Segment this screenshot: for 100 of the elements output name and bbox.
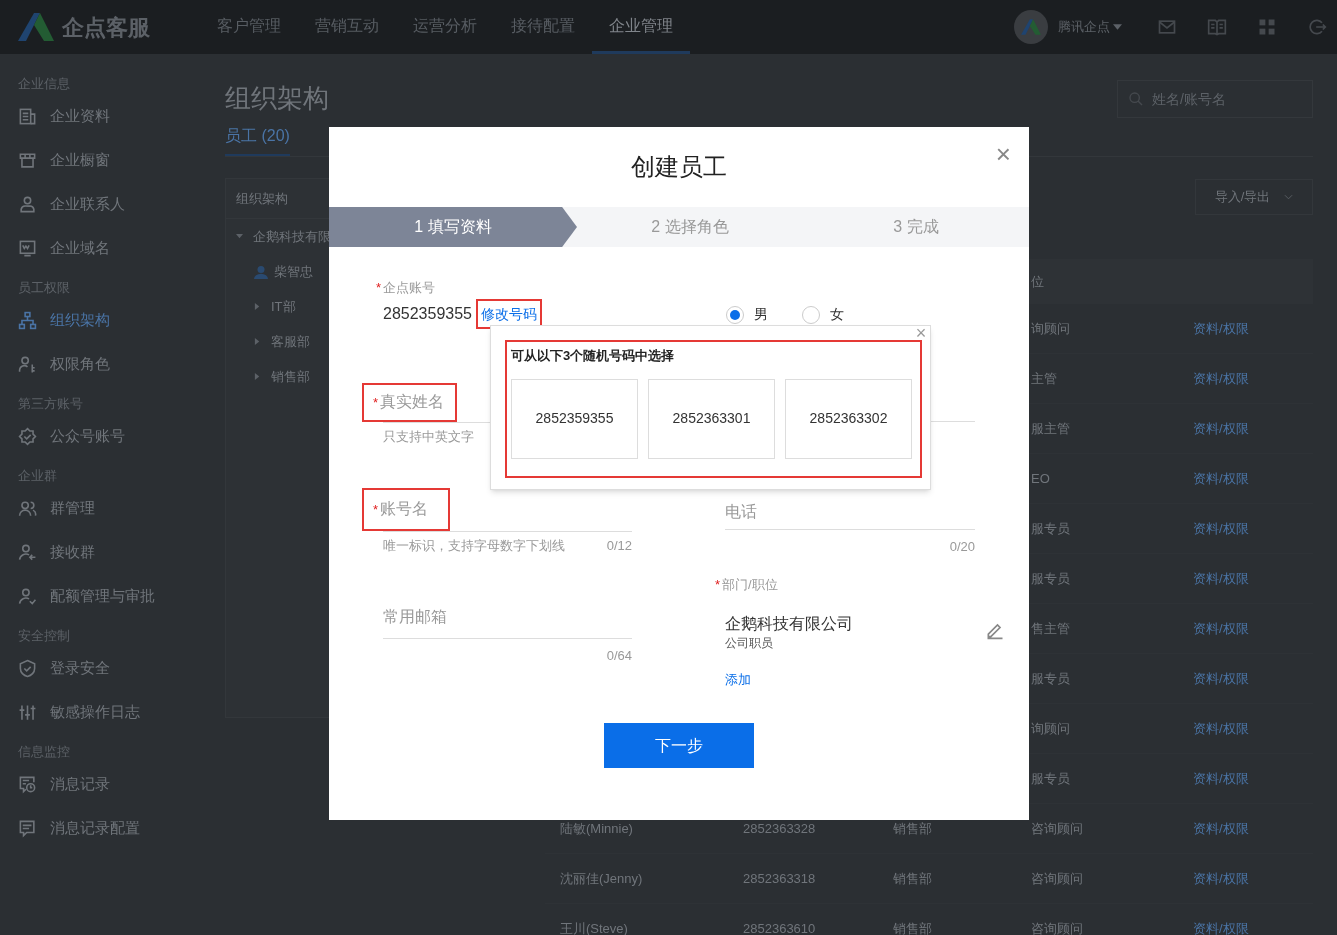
tree-node[interactable]: 客服部	[271, 331, 310, 352]
field-label: 账号名	[380, 499, 429, 517]
radio-label[interactable]: 女	[830, 304, 844, 325]
brand-name: 企点客服	[62, 13, 150, 42]
person-icon	[18, 194, 37, 214]
sidebar-item[interactable]: 配额管理与审批	[18, 574, 225, 618]
sidebar-item[interactable]: 企业域名	[18, 226, 225, 270]
sidebar-item[interactable]: 权限角色	[18, 342, 225, 386]
storefront-icon	[18, 150, 37, 170]
document-icon	[18, 106, 37, 126]
nav-tab[interactable]: 接待配置	[494, 0, 592, 54]
page-title: 组织架构	[225, 82, 329, 115]
position-name: 公司职员	[725, 634, 774, 652]
sidebar-item[interactable]: 公众号账号	[18, 414, 225, 458]
sidebar-item[interactable]: 企业联系人	[18, 182, 225, 226]
hierarchy-icon	[18, 310, 37, 330]
table-cell: 咨询顾问	[1031, 820, 1083, 836]
sidebar-item[interactable]: 组织架构	[18, 298, 225, 342]
person-icon	[254, 264, 268, 279]
shield-check-icon	[18, 658, 37, 678]
message-icon	[18, 818, 37, 838]
sidebar-item[interactable]: 企业资料	[18, 94, 225, 138]
search-icon	[1128, 91, 1144, 107]
dialog-title: 创建员工	[631, 152, 727, 182]
tree-node[interactable]: 销售部	[271, 366, 310, 387]
sidebar-item[interactable]: 接收群	[18, 530, 225, 574]
caret-right-icon[interactable]	[254, 303, 261, 310]
table-cell: 服专员	[1031, 670, 1070, 686]
profile-link[interactable]: 资料/权限	[1193, 520, 1249, 536]
change-number-link[interactable]: 修改号码	[478, 301, 540, 327]
import-export-dropdown[interactable]: 导入/导出	[1195, 179, 1313, 215]
email-field[interactable]: 常用邮箱	[383, 596, 632, 639]
nav-tab[interactable]: 客户管理	[200, 0, 298, 54]
field-label: 真实姓名	[380, 393, 445, 410]
add-link[interactable]: 添加	[725, 669, 751, 689]
tab[interactable]: 员工 (20)	[225, 124, 290, 156]
sidebar-item[interactable]: 消息记录	[18, 762, 225, 806]
chevron-down-icon	[1284, 194, 1294, 200]
sidebar-item[interactable]: 企业橱窗	[18, 138, 225, 182]
table-cell: 咨询顾问	[1031, 870, 1083, 886]
book-icon[interactable]	[1207, 17, 1227, 37]
grid-icon[interactable]	[1257, 17, 1277, 37]
account-menu[interactable]: 腾讯企点	[1058, 17, 1122, 37]
table-cell: 服专员	[1031, 520, 1070, 536]
profile-link[interactable]: 资料/权限	[1193, 870, 1249, 886]
department-name: 企鹅科技有限公司	[725, 613, 853, 634]
table-cell: EO	[1031, 470, 1050, 486]
caret-right-icon[interactable]	[254, 338, 261, 345]
logo-icon	[1020, 18, 1042, 36]
profile-link[interactable]: 资料/权限	[1193, 570, 1249, 586]
close-button[interactable]: ×	[995, 141, 1011, 167]
nav-tab[interactable]: 运营分析	[396, 0, 494, 54]
sidebar-item[interactable]: 群管理	[18, 486, 225, 530]
profile-link[interactable]: 资料/权限	[1193, 420, 1249, 436]
radio-label[interactable]: 男	[754, 304, 768, 325]
close-button[interactable]: ×	[914, 326, 928, 340]
number-option[interactable]: 2852359355	[511, 378, 638, 459]
badge-check-icon	[18, 426, 37, 446]
people-icon	[18, 498, 37, 518]
nav-tab[interactable]: 营销互动	[298, 0, 396, 54]
table-cell: 咨询顾问	[1031, 920, 1083, 935]
character-counter: 0/20	[949, 538, 975, 554]
profile-link[interactable]: 资料/权限	[1193, 920, 1249, 935]
mail-icon[interactable]	[1157, 17, 1177, 37]
column-header: 位	[1031, 273, 1044, 289]
logout-icon[interactable]	[1307, 17, 1327, 37]
table-cell: 主管	[1031, 370, 1057, 386]
number-option[interactable]: 2852363301	[648, 378, 775, 459]
tree-node[interactable]: 企鹅科技有限	[253, 226, 331, 247]
people-arrow-icon	[18, 542, 37, 562]
profile-link[interactable]: 资料/权限	[1193, 370, 1249, 386]
popover-title: 可从以下3个随机号码中选择	[510, 347, 675, 365]
profile-link[interactable]: 资料/权限	[1193, 470, 1249, 486]
nav-tab[interactable]: 企业管理	[592, 0, 690, 54]
table-cell: 询顾问	[1031, 320, 1070, 336]
tree-node[interactable]: 柴智忠	[274, 261, 313, 282]
profile-link[interactable]: 资料/权限	[1193, 620, 1249, 636]
next-button[interactable]: 下一步	[604, 723, 754, 768]
profile-link[interactable]: 资料/权限	[1193, 320, 1249, 336]
caret-down-icon[interactable]	[236, 233, 243, 240]
sliders-icon	[18, 702, 37, 722]
table-cell: 销售部	[893, 870, 932, 886]
monitor-icon	[18, 238, 37, 258]
tree-node[interactable]: IT部	[271, 296, 296, 317]
table-cell: 2852363328	[743, 820, 816, 836]
profile-link[interactable]: 资料/权限	[1193, 720, 1249, 736]
profile-link[interactable]: 资料/权限	[1193, 820, 1249, 836]
profile-link[interactable]: 资料/权限	[1193, 670, 1249, 686]
caret-right-icon[interactable]	[254, 373, 261, 380]
person-key-icon	[18, 354, 37, 374]
sidebar-item[interactable]: 消息记录配置	[18, 806, 225, 850]
avatar[interactable]	[1014, 10, 1048, 44]
sidebar-item[interactable]: 敏感操作日志	[18, 690, 225, 734]
profile-link[interactable]: 资料/权限	[1193, 770, 1249, 786]
number-option[interactable]: 2852363302	[785, 378, 912, 459]
field-label: 部门/职位	[722, 576, 778, 592]
sidebar-item[interactable]: 登录安全	[18, 646, 225, 690]
character-counter: 0/64	[606, 647, 632, 663]
people-check-icon	[18, 586, 37, 606]
field-hint: 唯一标识，支持字母数字下划线	[383, 536, 565, 555]
